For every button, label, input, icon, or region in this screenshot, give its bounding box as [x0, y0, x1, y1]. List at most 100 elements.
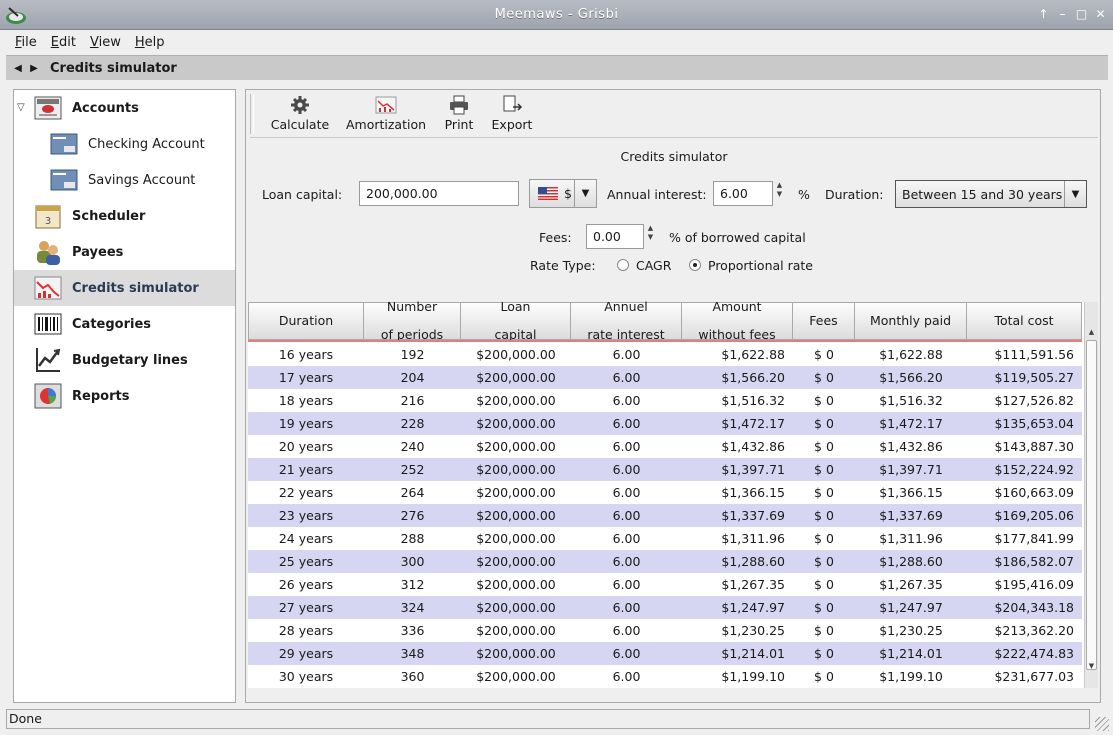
- table-row[interactable]: 27 years 324 $200,000.00 6.00 $1,247.97 $ 0 $1…: [248, 596, 1082, 619]
- cell-duration: 22 years: [278, 485, 334, 500]
- cell-monthly-paid: $1,288.60: [879, 554, 943, 569]
- table-row[interactable]: 25 years 300 $200,000.00 6.00 $1,288.60 $ 0 $1…: [248, 550, 1082, 573]
- cagr-radio[interactable]: [617, 259, 629, 271]
- currency-combo[interactable]: $ ▼: [529, 179, 597, 208]
- cell-amount-without-fees: $1,432.86: [721, 439, 785, 454]
- menu-edit[interactable]: Edit: [44, 35, 83, 50]
- fees-spinner[interactable]: ▲ ▼: [646, 224, 655, 249]
- sidebar-item-label: Accounts: [72, 100, 139, 116]
- column-header-loan-capital[interactable]: Loan capital: [461, 300, 571, 342]
- cell-fees: $ 0: [814, 646, 834, 661]
- cell-loan-capital: $200,000.00: [476, 554, 556, 569]
- cell-monthly-paid: $1,566.20: [879, 370, 943, 385]
- table-row[interactable]: 30 years 360 $200,000.00 6.00 $1,199.10 $ 0 $1…: [248, 665, 1082, 688]
- table-row[interactable]: 20 years 240 $200,000.00 6.00 $1,432.86 $ 0 $1…: [248, 435, 1082, 458]
- percent-label: %: [798, 187, 810, 202]
- table-scrollbar[interactable]: ▲ ▼: [1084, 302, 1098, 688]
- sidebar-item-budgetary-lines[interactable]: Budgetary lines: [14, 342, 235, 378]
- forward-arrow-icon[interactable]: ▶: [26, 63, 42, 74]
- table-row[interactable]: 21 years 252 $200,000.00 6.00 $1,397.71 $ 0 $1…: [248, 458, 1082, 481]
- shade-icon[interactable]: ↑: [1037, 6, 1050, 22]
- table-row[interactable]: 16 years 192 $200,000.00 6.00 $1,622.88 $ 0 $1…: [248, 343, 1082, 366]
- duration-label: Duration:: [825, 187, 884, 202]
- cell-total-cost: $169,205.06: [994, 508, 1074, 523]
- sidebar-item-accounts[interactable]: ▽ Accounts: [14, 90, 235, 126]
- cell-monthly-paid: $1,366.15: [879, 485, 943, 500]
- maximize-icon[interactable]: □: [1075, 6, 1088, 22]
- cell-amount-without-fees: $1,199.10: [721, 669, 785, 684]
- table-row[interactable]: 29 years 348 $200,000.00 6.00 $1,214.01 $ 0 $1…: [248, 642, 1082, 665]
- export-button[interactable]: Export: [487, 95, 537, 137]
- app-icon[interactable]: [4, 4, 28, 26]
- cell-fees: $ 0: [814, 577, 834, 592]
- fees-label: Fees:: [539, 230, 572, 245]
- duration-combo[interactable]: Between 15 and 30 years ▼: [895, 180, 1087, 208]
- cell-duration: 21 years: [278, 462, 334, 477]
- table-row[interactable]: 19 years 228 $200,000.00 6.00 $1,472.17 $ 0 $1…: [248, 412, 1082, 435]
- menu-view[interactable]: View: [83, 35, 128, 50]
- cell-rate-interest: 6.00: [612, 370, 641, 385]
- sidebar-item-checking-account[interactable]: Checking Account: [14, 126, 235, 162]
- cell-loan-capital: $200,000.00: [476, 347, 556, 362]
- column-header-text: Total cost: [994, 313, 1054, 328]
- expander-down-icon[interactable]: ▽: [17, 102, 25, 113]
- close-icon[interactable]: ✕: [1094, 6, 1107, 22]
- cell-duration: 20 years: [278, 439, 334, 454]
- dropdown-arrow-icon[interactable]: ▼: [574, 180, 596, 207]
- cell-rate-interest: 6.00: [612, 623, 641, 638]
- cell-rate-interest: 6.00: [612, 485, 641, 500]
- cell-fees: $ 0: [814, 370, 834, 385]
- sidebar-item-categories[interactable]: Categories: [14, 306, 235, 342]
- cell-periods: 360: [400, 669, 425, 684]
- loan-capital-input[interactable]: 200,000.00: [359, 181, 519, 206]
- table-row[interactable]: 28 years 336 $200,000.00 6.00 $1,230.25 $ 0 $1…: [248, 619, 1082, 642]
- toolbar-grip[interactable]: [250, 94, 254, 134]
- column-header-text: Amount: [712, 299, 762, 314]
- column-header-periods[interactable]: Number of periods: [364, 300, 461, 342]
- calculate-button[interactable]: Calculate: [265, 95, 335, 137]
- menu-file[interactable]: File: [8, 35, 44, 50]
- table-row[interactable]: 17 years 204 $200,000.00 6.00 $1,566.20 $ 0 $1…: [248, 366, 1082, 389]
- column-header-duration[interactable]: Duration: [248, 302, 364, 340]
- status-text: Done: [9, 711, 42, 726]
- proportional-rate-label: Proportional rate: [708, 258, 813, 273]
- annual-interest-label: Annual interest:: [607, 187, 707, 202]
- cell-amount-without-fees: $1,397.71: [721, 462, 785, 477]
- table-row[interactable]: 24 years 288 $200,000.00 6.00 $1,311.96 $ 0 $1…: [248, 527, 1082, 550]
- fees-input[interactable]: 0.00: [586, 224, 644, 249]
- sidebar-item-scheduler[interactable]: 3 Scheduler: [14, 198, 235, 234]
- scroll-thumb[interactable]: [1086, 340, 1097, 670]
- dropdown-arrow-icon[interactable]: ▼: [1064, 181, 1086, 207]
- printer-icon: [450, 95, 468, 115]
- table-row[interactable]: 23 years 276 $200,000.00 6.00 $1,337.69 $ 0 $1…: [248, 504, 1082, 527]
- scroll-up-icon[interactable]: ▲: [1085, 326, 1098, 338]
- calculate-label: Calculate: [270, 117, 330, 132]
- column-header-rate-interest[interactable]: Annuel rate interest: [571, 300, 682, 342]
- print-button[interactable]: Print: [437, 95, 481, 137]
- table-body: 16 years 192 $200,000.00 6.00 $1,622.88 $ 0 $1…: [248, 343, 1082, 688]
- column-header-monthly-paid[interactable]: Monthly paid: [855, 302, 967, 340]
- table-row[interactable]: 22 years 264 $200,000.00 6.00 $1,366.15 $ 0 $1…: [248, 481, 1082, 504]
- cell-periods: 276: [400, 508, 425, 523]
- cell-total-cost: $119,505.27: [994, 370, 1074, 385]
- table-row[interactable]: 26 years 312 $200,000.00 6.00 $1,267.35 $ 0 $1…: [248, 573, 1082, 596]
- sidebar-item-payees[interactable]: Payees: [14, 234, 235, 270]
- table-row[interactable]: 18 years 216 $200,000.00 6.00 $1,516.32 $ 0 $1…: [248, 389, 1082, 412]
- cell-total-cost: $186,582.07: [994, 554, 1074, 569]
- scroll-down-icon[interactable]: ▼: [1085, 660, 1098, 672]
- annual-interest-input[interactable]: 6.00: [713, 181, 773, 206]
- sidebar-item-savings-account[interactable]: Savings Account: [14, 162, 235, 198]
- proportional-rate-radio[interactable]: [689, 259, 701, 271]
- column-header-total-cost[interactable]: Total cost: [967, 302, 1082, 340]
- resize-grip[interactable]: [1095, 717, 1109, 731]
- amortization-button[interactable]: Amortization: [343, 95, 429, 137]
- minimize-icon[interactable]: –: [1056, 6, 1069, 22]
- column-header-amount-without-fees[interactable]: Amount without fees: [682, 299, 793, 342]
- column-header-fees[interactable]: Fees: [793, 302, 855, 340]
- back-arrow-icon[interactable]: ◀: [10, 63, 26, 74]
- credits-simulator-pane: Calculate Amortization Print Export Cred…: [245, 89, 1101, 703]
- sidebar-item-credits-simulator[interactable]: Credits simulator: [14, 270, 235, 306]
- sidebar-item-reports[interactable]: Reports: [14, 378, 235, 414]
- interest-spinner[interactable]: ▲ ▼: [775, 181, 784, 206]
- menu-help[interactable]: Help: [128, 35, 172, 50]
